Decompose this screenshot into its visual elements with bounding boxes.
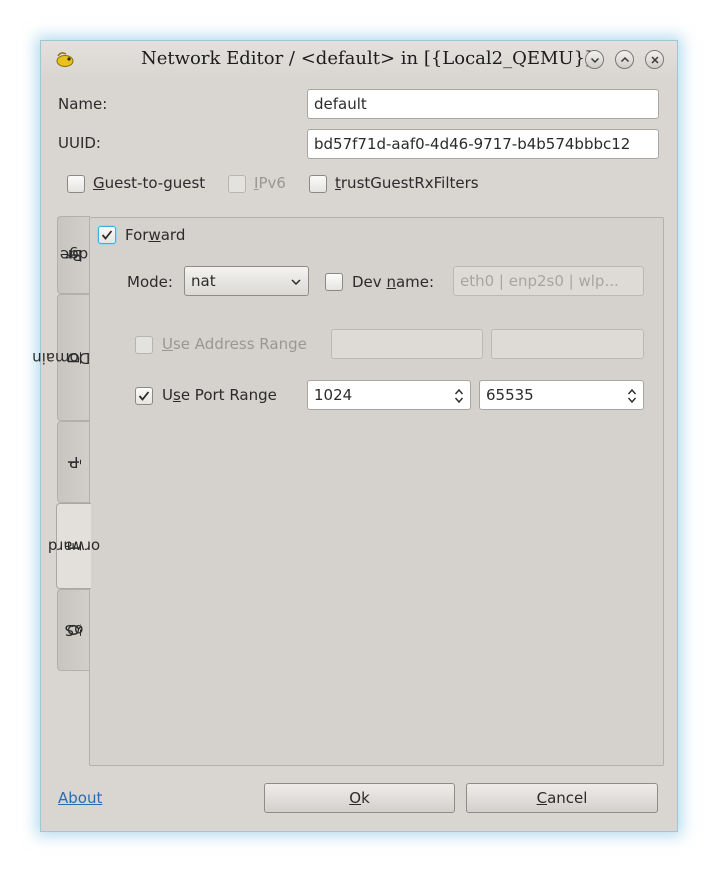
ok-button[interactable]: Ok [264, 783, 455, 813]
address-range-start-input[interactable] [331, 329, 483, 359]
name-label: Name: [58, 95, 108, 113]
mode-select[interactable]: nat [184, 266, 309, 296]
title-bar[interactable]: Network Editor / <default> in [{Local2_Q… [41, 41, 677, 79]
forward-panel: Forward Mode: nat Dev name: eth0 | enp2s… [89, 217, 664, 766]
dev-name-label: Dev name: [352, 273, 435, 291]
port-range-label: Use Port Range [162, 386, 277, 404]
tab-forward[interactable]: Forward [48, 503, 100, 589]
about-link[interactable]: About [58, 789, 102, 807]
close-icon [651, 56, 659, 64]
guest-to-guest-label: Guest-to-guest [93, 174, 206, 192]
dev-name-checkbox[interactable] [325, 273, 343, 291]
address-range-checkbox[interactable] [135, 336, 153, 354]
minimize-button[interactable] [585, 50, 604, 69]
port-range-end-spinbox[interactable]: 65535 [479, 380, 644, 410]
chevron-down-icon [590, 57, 600, 64]
cancel-button[interactable]: Cancel [466, 783, 658, 813]
name-input[interactable]: default [307, 89, 659, 119]
chevron-down-icon [291, 279, 301, 286]
port-range-start-spinbox[interactable]: 1024 [307, 380, 471, 410]
checkmark-icon [101, 230, 113, 240]
ipv6-checkbox[interactable] [228, 175, 246, 193]
address-range-label: Use Address Range [162, 335, 307, 353]
mode-label: Mode: [127, 273, 173, 291]
forward-label: Forward [125, 226, 186, 244]
maximize-button[interactable] [615, 50, 634, 69]
address-range-end-input[interactable] [491, 329, 644, 359]
trust-guest-rx-filters-checkbox[interactable] [309, 175, 327, 193]
trust-guest-rx-filters-label: trustGuestRxFilters [335, 174, 479, 192]
dev-name-input[interactable]: eth0 | enp2s0 | wlp... [453, 266, 644, 296]
uuid-label: UUID: [58, 134, 101, 152]
checkmark-icon [138, 391, 150, 401]
up-down-arrows-icon[interactable] [454, 387, 464, 405]
tab-qos[interactable]: QoS [57, 589, 90, 671]
uuid-input[interactable]: bd57f71d-aaf0-4d46-9717-b4b574bbbc12 [307, 129, 659, 159]
close-button[interactable] [645, 50, 664, 69]
forward-checkbox[interactable] [98, 226, 116, 244]
tab-dns-domain[interactable]: D NS Domain [32, 294, 116, 421]
chevron-up-icon [620, 56, 630, 63]
tab-bridge[interactable]: Br i dge [57, 216, 90, 294]
guest-to-guest-checkbox[interactable] [67, 175, 85, 193]
up-down-arrows-icon[interactable] [627, 387, 637, 405]
ipv6-label: IPv6 [254, 174, 286, 192]
port-range-checkbox[interactable] [135, 387, 153, 405]
window-title: Network Editor / <default> in [{Local2_Q… [141, 48, 593, 69]
tab-ip[interactable]: IP [57, 421, 90, 503]
network-editor-window: Network Editor / <default> in [{Local2_Q… [32, 40, 678, 832]
app-icon [56, 52, 74, 67]
